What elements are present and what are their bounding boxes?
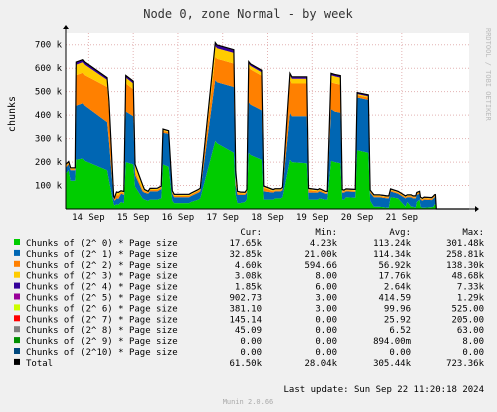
legend-max: 723.36k bbox=[446, 359, 485, 369]
legend-label: Chunks of (2^ 6) * Page size bbox=[26, 304, 178, 314]
legend-min: 3.00 bbox=[315, 304, 337, 314]
legend-avg: 2.64k bbox=[384, 283, 412, 293]
x-tick-label: 21 Sep bbox=[386, 213, 419, 223]
y-tick-label: 700 k bbox=[35, 41, 63, 51]
legend-label: Chunks of (2^ 4) * Page size bbox=[26, 283, 178, 293]
legend-cur: 1.85k bbox=[235, 283, 263, 293]
y-tick-label: 400 k bbox=[35, 111, 63, 121]
legend-max: 525.00 bbox=[451, 304, 484, 314]
x-tick-label: 20 Sep bbox=[341, 213, 374, 223]
y-tick-label: 600 k bbox=[35, 64, 63, 74]
legend-min: 4.23k bbox=[310, 239, 338, 249]
legend-swatch bbox=[14, 293, 20, 300]
legend-swatch bbox=[14, 271, 20, 278]
legend-swatch bbox=[14, 239, 20, 245]
y-tick-label: 500 k bbox=[35, 88, 63, 98]
x-tick-label: 19 Sep bbox=[296, 213, 329, 223]
legend-avg: 114.34k bbox=[373, 250, 412, 260]
legend-swatch bbox=[14, 326, 20, 333]
legend-min: 594.66 bbox=[304, 261, 337, 271]
legend-avg: 56.92k bbox=[378, 261, 411, 271]
y-tick-label: 200 k bbox=[35, 158, 63, 168]
legend-header-cur: Cur: bbox=[240, 228, 262, 238]
legend-avg: 99.96 bbox=[384, 304, 411, 314]
legend-swatch bbox=[14, 260, 20, 267]
y-axis-label: chunks bbox=[7, 96, 18, 132]
legend-max: 7.33k bbox=[457, 283, 485, 293]
legend-cur: 381.10 bbox=[229, 304, 262, 314]
legend-cur: 61.50k bbox=[229, 359, 262, 369]
legend-avg: 414.59 bbox=[378, 294, 411, 304]
legend-avg: 17.76k bbox=[378, 272, 411, 282]
legend-label: Chunks of (2^ 7) * Page size bbox=[26, 315, 178, 325]
rrdtool-credit: RRDTOOL / TOBI OETIKER bbox=[484, 28, 492, 122]
last-update: Last update: Sun Sep 22 11:20:18 2024 bbox=[284, 385, 484, 395]
legend-max: 205.00 bbox=[451, 315, 484, 325]
legend-header-min: Min: bbox=[315, 228, 337, 238]
legend-cur: 17.65k bbox=[229, 239, 262, 249]
munin-graph: Node 0, zone Normal - by week chunks RRD… bbox=[0, 0, 497, 412]
legend-min: 0.00 bbox=[315, 348, 337, 358]
legend-swatch bbox=[14, 348, 20, 354]
x-tick-label: 17 Sep bbox=[206, 213, 239, 223]
legend-label: Chunks of (2^ 0) * Page size bbox=[26, 239, 178, 249]
legend-max: 1.29k bbox=[457, 294, 485, 304]
legend-min: 21.00k bbox=[304, 250, 337, 260]
legend-cur: 902.73 bbox=[229, 294, 262, 304]
chart-title: Node 0, zone Normal - by week bbox=[143, 7, 353, 21]
legend-avg: 25.92 bbox=[384, 315, 411, 325]
legend-min: 0.00 bbox=[315, 337, 337, 347]
legend-label: Chunks of (2^ 3) * Page size bbox=[26, 272, 178, 282]
x-tick-label: 16 Sep bbox=[162, 213, 195, 223]
legend-label: Chunks of (2^ 1) * Page size bbox=[26, 250, 178, 260]
y-tick-label: 300 k bbox=[35, 135, 63, 145]
legend-min: 0.00 bbox=[315, 326, 337, 336]
x-tick-label: 15 Sep bbox=[117, 213, 150, 223]
legend-label: Chunks of (2^ 2) * Page size bbox=[26, 261, 178, 271]
legend-avg: 113.24k bbox=[373, 239, 412, 249]
legend-max: 0.00 bbox=[462, 348, 484, 358]
legend-max: 48.68k bbox=[451, 272, 484, 282]
legend-max: 63.00 bbox=[457, 326, 484, 336]
legend-cur: 32.85k bbox=[229, 250, 262, 260]
legend-swatch bbox=[14, 358, 20, 365]
legend-max: 8.00 bbox=[462, 337, 484, 347]
legend-cur: 45.09 bbox=[235, 326, 262, 336]
legend-avg: 305.44k bbox=[373, 359, 412, 369]
legend-label: Chunks of (2^ 8) * Page size bbox=[26, 326, 178, 336]
legend-label: Chunks of (2^ 9) * Page size bbox=[26, 337, 178, 347]
legend-min: 0.00 bbox=[315, 315, 337, 325]
legend-label: Chunks of (2^ 5) * Page size bbox=[26, 294, 178, 304]
legend-cur: 4.60k bbox=[235, 261, 263, 271]
y-tick-label: 100 k bbox=[35, 182, 63, 192]
legend-cur: 3.08k bbox=[235, 272, 263, 282]
legend-avg: 894.00m bbox=[373, 337, 411, 347]
legend-min: 8.00 bbox=[315, 272, 337, 282]
legend-swatch bbox=[14, 282, 20, 289]
x-tick-label: 18 Sep bbox=[251, 213, 284, 223]
legend-min: 3.00 bbox=[315, 294, 337, 304]
legend-max: 258.81k bbox=[446, 250, 485, 260]
legend-label: Total bbox=[26, 359, 53, 369]
munin-version: Munin 2.0.66 bbox=[223, 398, 274, 406]
chart-canvas: Node 0, zone Normal - by week chunks RRD… bbox=[0, 0, 497, 412]
legend-max: 301.48k bbox=[446, 239, 485, 249]
legend-cur: 0.00 bbox=[240, 348, 262, 358]
legend-swatch bbox=[14, 315, 20, 322]
legend-min: 28.04k bbox=[304, 359, 337, 369]
legend-cur: 145.14 bbox=[229, 315, 262, 325]
legend-swatch bbox=[14, 337, 20, 344]
legend-header-max: Max: bbox=[462, 228, 484, 238]
legend-min: 6.00 bbox=[315, 283, 337, 293]
legend-cur: 0.00 bbox=[240, 337, 262, 347]
x-tick-label: 14 Sep bbox=[72, 213, 105, 223]
legend-header-avg: Avg: bbox=[389, 228, 411, 238]
legend-max: 138.30k bbox=[446, 261, 485, 271]
legend-swatch bbox=[14, 304, 20, 311]
legend-avg: 0.00 bbox=[389, 348, 411, 358]
legend-swatch bbox=[14, 249, 20, 256]
legend-label: Chunks of (2^10) * Page size bbox=[26, 348, 178, 358]
legend-avg: 6.52 bbox=[389, 326, 411, 336]
